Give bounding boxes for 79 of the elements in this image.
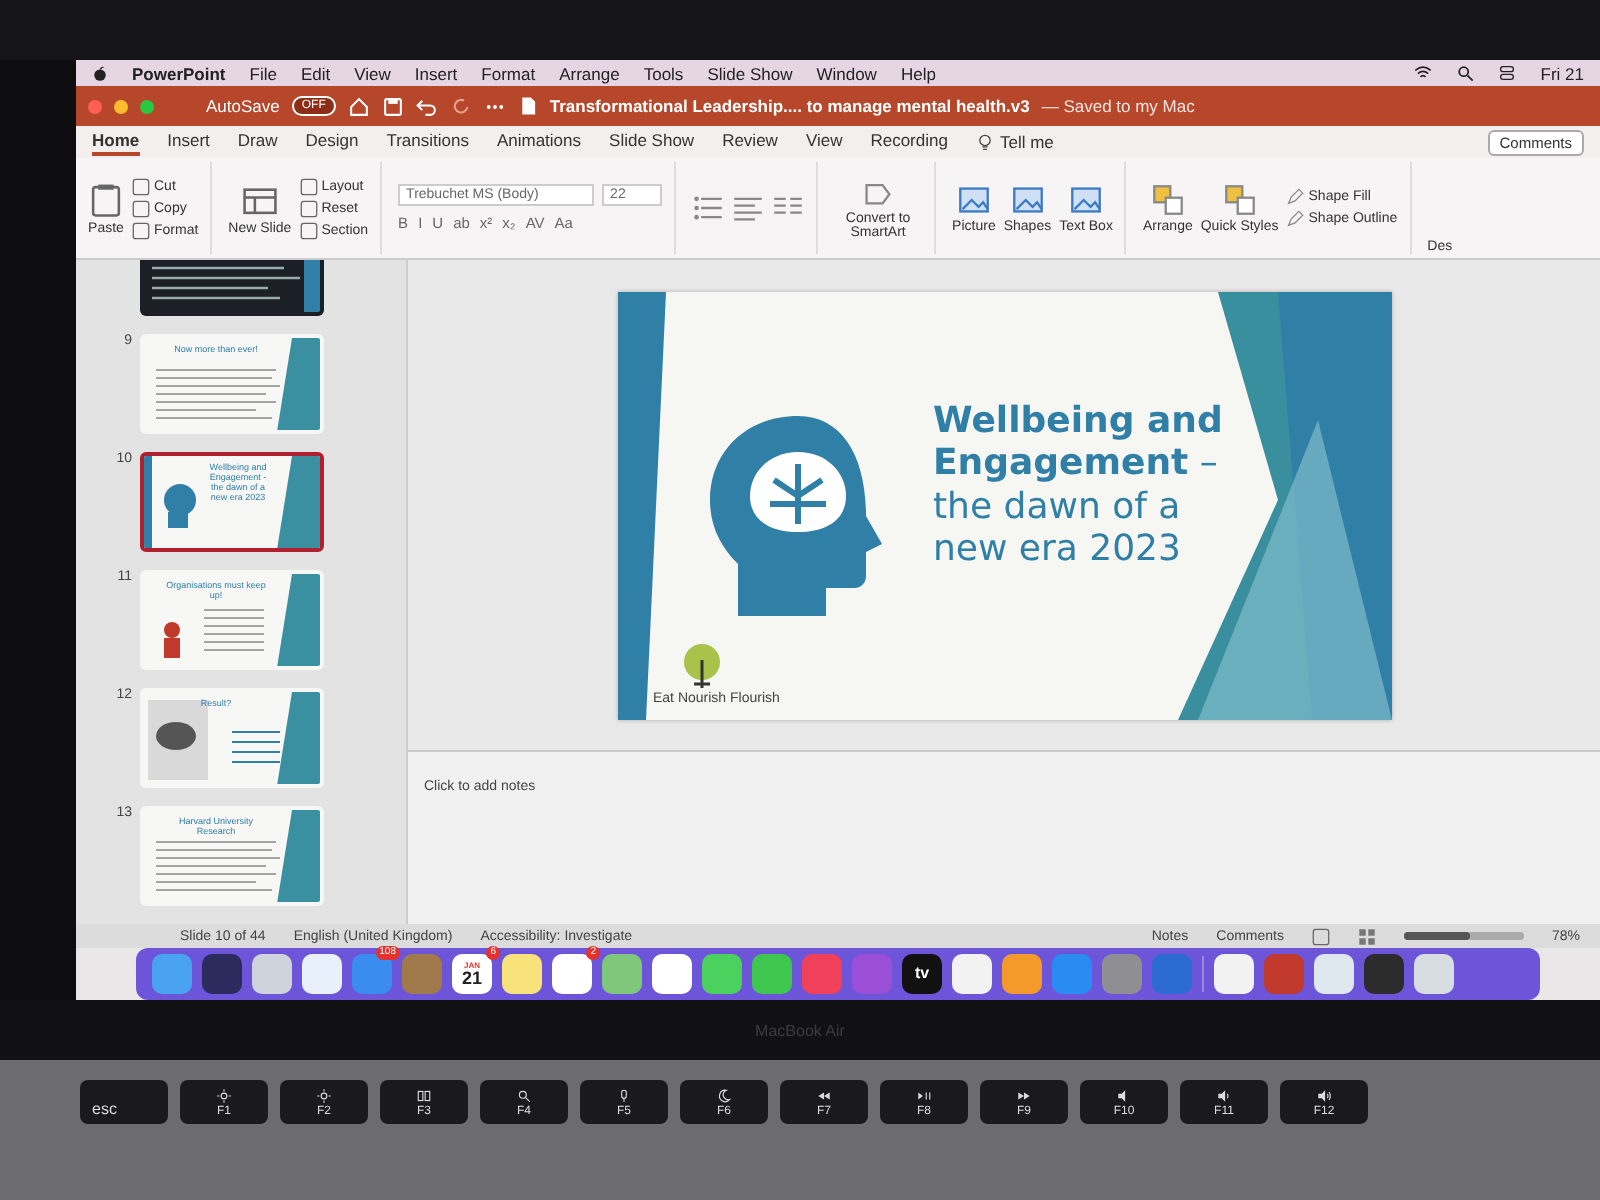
- ribbon-tab[interactable]: View: [805, 128, 843, 156]
- menu-item[interactable]: View: [354, 63, 391, 83]
- microphone-icon: [616, 1087, 632, 1103]
- dock-app-icon[interactable]: [702, 954, 742, 994]
- menu-item[interactable]: Tools: [643, 63, 684, 83]
- menu-item[interactable]: Window: [816, 63, 877, 83]
- dock-app-icon[interactable]: [1314, 954, 1354, 994]
- dock-app-icon[interactable]: [1414, 954, 1454, 994]
- dock-app-icon[interactable]: [602, 954, 642, 994]
- clipboard-icon: [88, 181, 124, 217]
- volume-up-icon: [1316, 1087, 1332, 1103]
- ribbon-tab[interactable]: Review: [722, 128, 778, 156]
- zoom-slider[interactable]: [1403, 932, 1524, 940]
- app-menu[interactable]: PowerPoint: [132, 63, 226, 83]
- zoom-slider-fill[interactable]: [1403, 932, 1470, 940]
- menu-item[interactable]: File: [249, 63, 277, 83]
- moon-icon: [716, 1087, 732, 1103]
- dock-app-icon[interactable]: [202, 954, 242, 994]
- document-icon: [517, 96, 538, 116]
- undo-icon: [415, 95, 438, 117]
- shapes-icon: [1223, 183, 1256, 215]
- dock-app-icon[interactable]: tv: [902, 954, 942, 994]
- menu-item[interactable]: Arrange: [559, 63, 620, 83]
- fast-forward-icon: [1016, 1087, 1032, 1103]
- insert-icon: [1011, 183, 1044, 215]
- wifi-icon: [1414, 64, 1433, 82]
- home-icon: [347, 95, 370, 117]
- head-with-brain-icon: [709, 415, 885, 615]
- apple-icon: [92, 65, 108, 81]
- insert-icon: [1070, 183, 1103, 215]
- menu-clock[interactable]: Fri 21: [1540, 63, 1584, 83]
- dock-app-icon[interactable]: [1214, 954, 1254, 994]
- menu-item[interactable]: Insert: [414, 63, 458, 83]
- shapes-icon: [1151, 183, 1184, 215]
- save-status: — Saved to my Mac: [1041, 96, 1195, 116]
- document-title: Transformational Leadership.... to manage mental health.v3: [549, 96, 1030, 116]
- minimize-button[interactable]: [114, 99, 128, 113]
- close-button[interactable]: [88, 99, 102, 113]
- redo-icon: [449, 95, 472, 117]
- ribbon-tab[interactable]: Animations: [496, 128, 582, 156]
- save-icon: [381, 95, 404, 117]
- ribbon-tab[interactable]: Slide Show: [609, 128, 695, 156]
- autosave-label: AutoSave: [206, 96, 280, 116]
- normal-view-icon: [1311, 927, 1330, 945]
- dock-app-icon[interactable]: [752, 954, 792, 994]
- dock-app-icon[interactable]: [1364, 954, 1404, 994]
- ribbon-tab[interactable]: Recording: [870, 128, 948, 156]
- dock-app-icon[interactable]: [952, 954, 992, 994]
- dock-app-icon[interactable]: [652, 954, 692, 994]
- keyboard-key[interactable]: esc: [80, 1080, 168, 1124]
- menu-item[interactable]: Edit: [300, 63, 331, 83]
- ribbon-tab[interactable]: Transitions: [386, 128, 469, 156]
- menu-item[interactable]: Format: [481, 63, 536, 83]
- ribbon-tab[interactable]: Draw: [237, 128, 278, 156]
- grid-view-icon: [1357, 927, 1376, 945]
- dock-app-icon[interactable]: [252, 954, 292, 994]
- ribbon-tab[interactable]: Insert: [167, 128, 210, 156]
- dock-app-icon[interactable]: [1002, 954, 1042, 994]
- brightness-icon: [216, 1087, 232, 1103]
- bullets-icon: [692, 192, 725, 224]
- volume-down-icon: [1216, 1087, 1232, 1103]
- play-pause-icon: [916, 1087, 932, 1103]
- align-icon: [732, 192, 765, 224]
- rewind-icon: [816, 1087, 832, 1103]
- lightbulb-icon: [975, 133, 994, 151]
- insert-icon: [957, 183, 990, 215]
- ribbon-tab[interactable]: Design: [305, 128, 359, 156]
- tell-me-field[interactable]: Tell me: [999, 132, 1054, 152]
- menu-item[interactable]: Help: [900, 63, 936, 83]
- slide-title: Wellbeing and Engagement – the dawn of a new era 2023: [933, 399, 1225, 572]
- brightness-icon: [316, 1087, 332, 1103]
- dock-app-icon[interactable]: [502, 954, 542, 994]
- control-center-icon: [1498, 64, 1517, 82]
- menu-item[interactable]: Slide Show: [707, 63, 793, 83]
- search-icon: [1456, 64, 1475, 82]
- dock-app-icon[interactable]: [302, 954, 342, 994]
- zoom-button[interactable]: [140, 99, 154, 113]
- search-icon: [516, 1087, 532, 1103]
- windows-icon: [416, 1087, 432, 1103]
